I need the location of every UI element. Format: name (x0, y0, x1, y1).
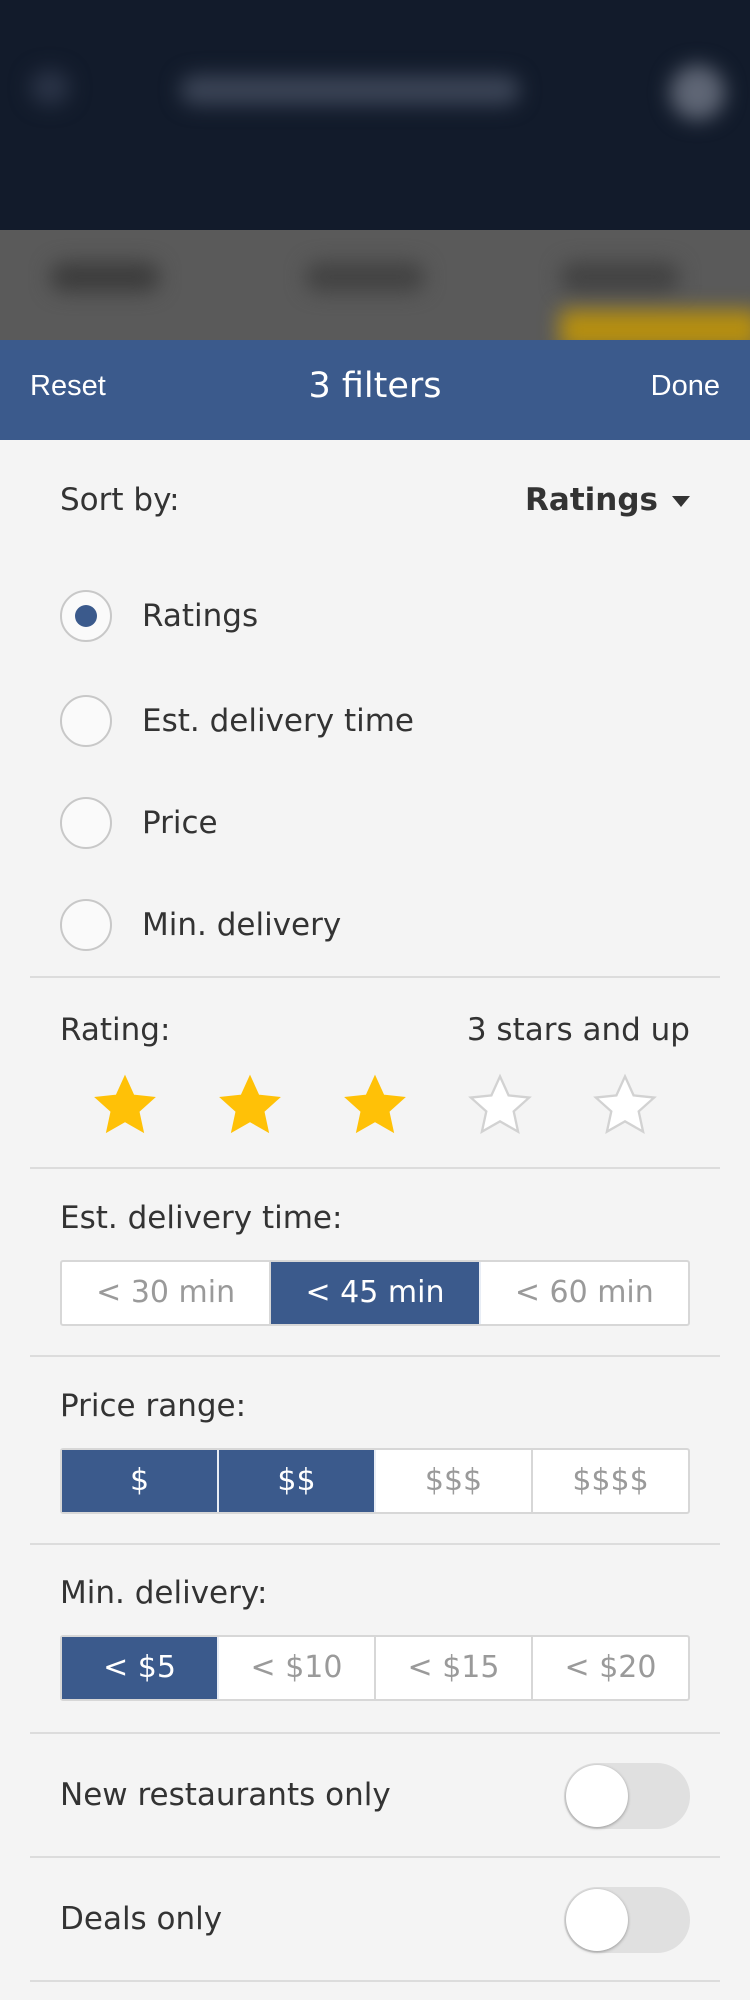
sort-option-label: Ratings (142, 598, 259, 634)
background-highlight-shape (560, 310, 750, 340)
star-icon[interactable] (590, 1070, 660, 1140)
sort-option-label: Price (142, 805, 218, 841)
star-icon[interactable] (215, 1070, 285, 1140)
sort-option-label: Est. delivery time (142, 703, 414, 739)
toggle-knob (566, 1765, 628, 1827)
sort-option-min-delivery[interactable]: Min. delivery (60, 899, 690, 951)
sort-option-delivery-time[interactable]: Est. delivery time (60, 695, 690, 747)
filter-header: Reset 3 filters Done (0, 340, 750, 440)
background-tab-shape (50, 262, 160, 292)
price-range-label: Price range: (60, 1388, 247, 1424)
done-button[interactable]: Done (651, 370, 720, 403)
radio-button[interactable] (60, 797, 112, 849)
radio-button[interactable] (60, 695, 112, 747)
price-option[interactable]: $$$ (376, 1450, 533, 1512)
background-tab-shape (560, 262, 680, 292)
caret-down-icon (672, 496, 690, 507)
star-icon[interactable] (465, 1070, 535, 1140)
background-menu-shape (30, 70, 70, 105)
background-tab-shape (305, 262, 425, 292)
min-delivery-label: Min. delivery: (60, 1575, 268, 1611)
toggle-knob (566, 1889, 628, 1951)
new-restaurants-row: New restaurants only (60, 1763, 690, 1829)
new-restaurants-toggle[interactable] (564, 1763, 690, 1829)
rating-label: Rating: (60, 1012, 171, 1048)
min-delivery-option[interactable]: < $20 (533, 1637, 688, 1699)
new-restaurants-label: New restaurants only (60, 1777, 391, 1813)
filters-title: 3 filters (308, 366, 442, 406)
rating-summary: 3 stars and up (466, 1012, 690, 1048)
delivery-time-segmented-control: < 30 min < 45 min < 60 min (60, 1260, 690, 1326)
min-delivery-option[interactable]: < $10 (219, 1637, 376, 1699)
price-range-segmented-control: $ $$ $$$ $$$$ (60, 1448, 690, 1514)
star-icon[interactable] (90, 1070, 160, 1140)
divider (30, 1856, 720, 1858)
rating-stars (60, 1070, 690, 1140)
sort-selected-value: Ratings (525, 482, 658, 518)
price-option[interactable]: $$$$ (533, 1450, 688, 1512)
divider (30, 1355, 720, 1357)
sort-option-price[interactable]: Price (60, 797, 690, 849)
min-delivery-segmented-control: < $5 < $10 < $15 < $20 (60, 1635, 690, 1701)
sort-option-label: Min. delivery (142, 907, 342, 943)
price-option[interactable]: $$ (219, 1450, 376, 1512)
delivery-time-option[interactable]: < 45 min (271, 1262, 481, 1324)
divider (30, 1732, 720, 1734)
deals-only-toggle[interactable] (564, 1887, 690, 1953)
price-option[interactable]: $ (62, 1450, 219, 1512)
delivery-time-label: Est. delivery time: (60, 1200, 343, 1236)
delivery-time-option[interactable]: < 60 min (481, 1262, 688, 1324)
radio-button[interactable] (60, 590, 112, 642)
sort-dropdown[interactable]: Ratings (525, 482, 690, 518)
min-delivery-option[interactable]: < $15 (376, 1637, 533, 1699)
sort-row: Sort by: Ratings (60, 482, 690, 522)
divider (30, 1543, 720, 1545)
background-title-shape (180, 75, 520, 105)
deals-only-label: Deals only (60, 1901, 223, 1937)
star-icon[interactable] (340, 1070, 410, 1140)
background-app-preview (0, 0, 750, 340)
background-avatar-shape (670, 65, 725, 120)
deals-only-row: Deals only (60, 1887, 690, 1953)
min-delivery-option[interactable]: < $5 (62, 1637, 219, 1699)
delivery-time-option[interactable]: < 30 min (62, 1262, 272, 1324)
radio-button[interactable] (60, 899, 112, 951)
divider (30, 976, 720, 978)
background-header (0, 0, 750, 230)
sort-label: Sort by: (60, 482, 180, 518)
sort-option-ratings[interactable]: Ratings (60, 590, 690, 642)
divider (30, 1167, 720, 1169)
divider (30, 1980, 720, 1982)
